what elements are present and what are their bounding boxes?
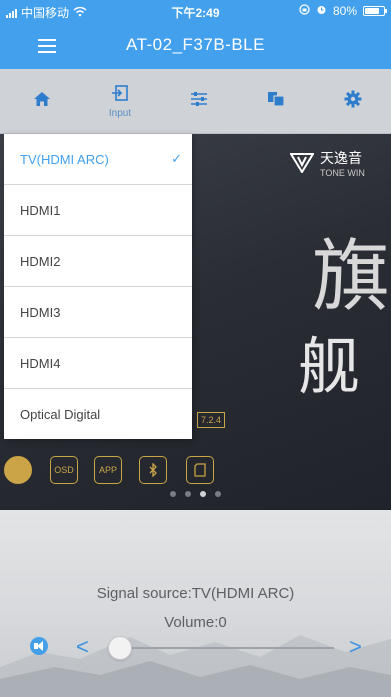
input-option-tv-hdmi-arc[interactable]: TV(HDMI ARC) ✓ [4, 134, 192, 185]
feature-osd-badge: OSD [50, 456, 78, 484]
input-option-label: TV(HDMI ARC) [20, 151, 109, 167]
home-icon [33, 91, 51, 112]
input-option-optical-digital[interactable]: Optical Digital [4, 389, 192, 440]
input-button-label: Input [108, 108, 132, 119]
input-icon [111, 84, 129, 107]
banner-headline-1: 旗 [312, 232, 391, 322]
input-option-label: HDMI4 [20, 355, 61, 371]
status-bar: 中国移动 下午2:49 80% [0, 0, 391, 22]
input-option-label: Optical Digital [20, 407, 101, 422]
input-option-label: HDMI3 [20, 304, 61, 320]
equalizer-button[interactable] [169, 69, 229, 134]
feature-icon-1 [4, 456, 32, 484]
input-option-label: HDMI1 [20, 202, 61, 218]
volume-slider-thumb[interactable] [108, 636, 132, 660]
toolbar: Input [0, 69, 391, 134]
nav-bar: AT-02_F37B-BLE [0, 22, 391, 69]
checkmark-icon: ✓ [171, 151, 182, 166]
copy-button[interactable] [246, 69, 306, 134]
brand-logo: 天逸音 TONE WIN [290, 148, 365, 178]
input-option-label: HDMI2 [20, 253, 61, 269]
alarm-icon [316, 4, 327, 18]
settings-button[interactable] [323, 69, 383, 134]
volume-slider-track[interactable] [112, 647, 334, 649]
carousel-dot[interactable] [215, 491, 221, 497]
brand-logo-icon [290, 153, 314, 173]
brand-logo-subtext: TONE WIN [320, 168, 365, 178]
carousel-indicator[interactable] [0, 491, 391, 497]
copy-icon [267, 91, 285, 112]
battery-percent: 80% [332, 4, 357, 18]
input-source-menu: TV(HDMI ARC) ✓ HDMI1 HDMI2 HDMI3 HDMI4 O… [4, 134, 192, 439]
home-button[interactable] [12, 69, 72, 134]
volume-up-button[interactable]: > [349, 634, 362, 660]
carousel-dot[interactable] [200, 491, 206, 497]
volume-down-button[interactable]: < [76, 634, 89, 660]
input-option-hdmi4[interactable]: HDMI4 [4, 338, 192, 389]
speaker-icon[interactable] [30, 637, 48, 655]
carousel-dot[interactable] [185, 491, 191, 497]
player-panel: Signal source:TV(HDMI ARC) Volume:0 < > [0, 510, 391, 697]
input-option-hdmi2[interactable]: HDMI2 [4, 236, 192, 287]
sd-card-icon [186, 456, 214, 484]
device-title: AT-02_F37B-BLE [126, 35, 265, 54]
brand-logo-text: 天逸音 [320, 150, 362, 166]
equalizer-icon [190, 91, 208, 112]
version-badge: 7.2.4 [197, 412, 226, 428]
gear-icon [344, 90, 362, 113]
banner-headline-2: 舰 [298, 330, 361, 403]
signal-source-label: Signal source:TV(HDMI ARC) [96, 585, 295, 602]
bluetooth-icon [139, 456, 167, 484]
carousel-dot[interactable] [170, 491, 176, 497]
feature-app-badge: APP [94, 456, 122, 484]
input-option-hdmi3[interactable]: HDMI3 [4, 287, 192, 338]
orientation-lock-icon [299, 4, 310, 18]
battery-icon [363, 6, 387, 16]
input-button[interactable]: Input [90, 69, 150, 134]
volume-label: Volume:0 [164, 614, 227, 631]
input-option-hdmi1[interactable]: HDMI1 [4, 185, 192, 236]
